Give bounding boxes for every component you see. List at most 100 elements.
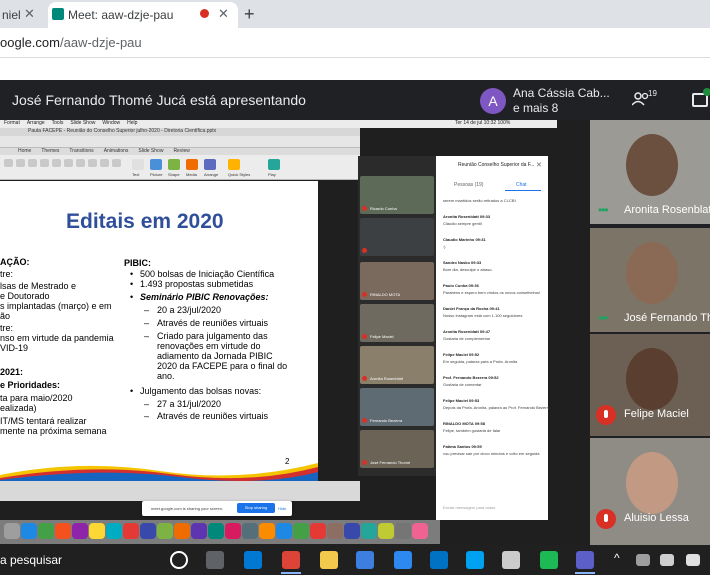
dock-app-icon[interactable] [123,523,139,539]
dock-app-icon[interactable] [106,523,122,539]
stop-sharing-button[interactable]: Stop sharing [237,503,275,513]
tray-expand-icon[interactable]: ^ [614,551,620,565]
cloud-icon[interactable] [660,554,674,566]
mic-off-icon [362,334,367,339]
speaking-indicator-icon: ••• [598,203,609,217]
slide-left-line: e Prioridades: [0,380,61,390]
dock-app-icon[interactable] [191,523,207,539]
store-icon[interactable] [356,551,374,569]
network-icon[interactable] [636,554,650,566]
dock-app-icon[interactable] [276,523,292,539]
new-tab-button[interactable]: + [244,4,255,25]
teams-icon[interactable] [576,551,594,569]
paint-icon[interactable] [502,551,520,569]
address-bar[interactable]: oogle.com/aaw-dzje-pau [0,28,710,58]
close-tab-icon[interactable]: ✕ [24,6,35,22]
dock-app-icon[interactable] [259,523,275,539]
slide-left-line: s implantadas (março) e em [0,301,112,311]
search-circle-icon[interactable] [170,551,188,569]
dock-app-icon[interactable] [378,523,394,539]
chat-message-author: Aronita Rosenblatt 09:47 [443,329,491,334]
ribbon-button-label: Media [186,172,197,177]
dock-app-icon[interactable] [344,523,360,539]
dock-app-icon[interactable] [55,523,71,539]
dock-app-icon[interactable] [21,523,37,539]
tab-meet[interactable]: Meet: aaw-dzje-pau [48,2,238,28]
close-tab-icon[interactable]: ✕ [218,6,229,22]
dock-app-icon[interactable] [310,523,326,539]
participant-video-face [626,452,678,514]
participant-summary-name: Ana Cássia Cab... [513,86,610,100]
mail-icon[interactable] [430,551,448,569]
edge-icon[interactable] [244,551,262,569]
ribbon-format-icon [28,159,37,167]
slide-left-line: AÇÃO: [0,257,30,267]
slide-left-line: VID-19 [0,343,29,353]
chat-message-author: Claudio Marinho 09:31 [443,237,486,242]
dock-app-icon[interactable] [89,523,105,539]
spotify-icon[interactable] [540,551,558,569]
inner-thumbnail-name: José Fernando Thomé [370,460,411,465]
inner-thumbnail-name: Ricardo Cunha [370,206,397,211]
tab-previous-label: niel [2,8,21,22]
chat-message-author: Daniel França da Rocha 09:41 [443,306,500,311]
inner-chat-title: Reunião Conselho Superior da F... [458,162,535,168]
slide-right-line: 27 a 31/jul/2020 [157,399,222,409]
chat-message-author: RINALDO MOTA 09:58 [443,421,486,426]
dock-app-icon[interactable] [327,523,343,539]
skype-icon[interactable] [466,551,484,569]
slide-left-line: mente na próxima semana [0,426,107,436]
chat-message-author: Fatima Santos 09:59 [443,444,482,449]
dock-app-icon[interactable] [225,523,241,539]
mac-menu-item: Slide Show [70,120,96,126]
volume-icon[interactable] [686,554,700,566]
chat-message-author: Felipe Maciel 09:53 [443,398,480,403]
slide-left-line: ta para maio/2020 [0,393,73,403]
participant-tile-name: Aluisio Lessa [624,512,689,524]
file-explorer-icon[interactable] [320,551,338,569]
slide-right-line: Seminário PIBIC Renovações: [140,292,269,302]
app-icon[interactable] [394,551,412,569]
dock-app-icon[interactable] [157,523,173,539]
ppt-tab: Transitions [69,148,94,154]
ppt-tab: Themes [41,148,60,154]
ribbon-button-label: Shape [168,172,180,177]
dock-app-icon[interactable] [72,523,88,539]
dock-app-icon[interactable] [140,523,156,539]
mic-off-icon [362,206,367,211]
ribbon-button-label: Picture [150,172,163,177]
mac-menu-item: Tools [51,120,64,126]
participant-tile-name: José Fernando Th [624,312,710,324]
dock-app-icon[interactable] [242,523,258,539]
url-text[interactable]: oogle.com/aaw-dzje-pau [0,35,142,50]
dock-app-icon[interactable] [4,523,20,539]
windows-taskbar [0,545,710,575]
slide-right-line: 20 a 23/jul/2020 [157,305,222,315]
browser-tab-bar: niel ✕ Meet: aaw-dzje-pau ✕ + [0,0,710,28]
tab-people: Pessoas (19) [454,182,484,188]
active-app-indicator [281,572,301,574]
dock-app-icon[interactable] [208,523,224,539]
ribbon-button-label: Arrange [204,172,219,177]
dock-app-icon[interactable] [361,523,377,539]
slide-right-line: Julgamento das bolsas novas: [140,386,262,396]
hide-button[interactable]: Hide [278,506,286,511]
mac-menu-item: Format [4,120,20,126]
ppt-tab: Slide Show [138,148,164,154]
tab-previous[interactable]: niel [0,2,46,28]
dock-app-icon[interactable] [174,523,190,539]
dock-app-icon[interactable] [293,523,309,539]
dock-app-icon[interactable] [38,523,54,539]
mic-off-icon [596,405,616,425]
recording-indicator-icon [200,9,209,18]
chat-notification-badge [703,88,710,96]
presenting-label: José Fernando Thomé Jucá está apresentan… [12,92,306,108]
slide-left-line: ão [0,311,11,321]
dock-app-icon[interactable] [412,523,428,539]
dock-app-icon[interactable] [395,523,411,539]
task-view-icon[interactable] [206,551,224,569]
slide-wave-decoration [0,463,318,481]
mic-off-icon [596,509,616,529]
taskbar-search-input[interactable]: a pesquisar [0,553,62,567]
chrome-icon[interactable] [282,551,300,569]
